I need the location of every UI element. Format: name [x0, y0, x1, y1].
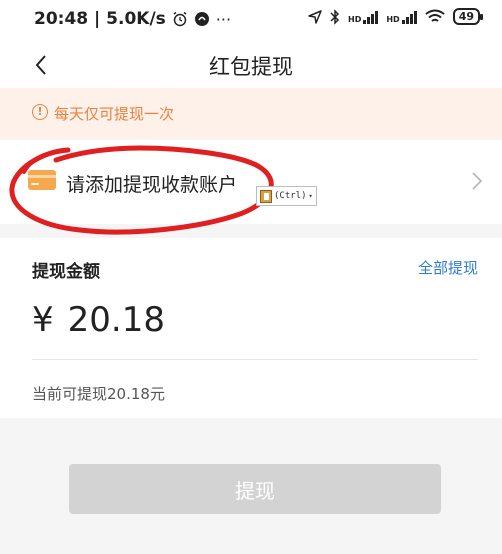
hd-label-2: HD [386, 14, 400, 24]
paste-tooltip-label: (Ctrl) [274, 191, 307, 201]
status-bar: 20:48 | 5.0K/s ··· HD HD 49 [0, 0, 502, 40]
cell-signal-2-icon: HD [386, 10, 417, 24]
page-header: 红包提现 [0, 40, 502, 88]
amount-label: 提现金额 [32, 262, 100, 282]
clipboard-icon [260, 189, 272, 203]
notice-text: 每天仅可提现一次 [54, 105, 175, 123]
paste-options-tooltip[interactable]: (Ctrl) ▾ [256, 186, 317, 206]
bluetooth-icon [330, 8, 340, 25]
withdraw-all-link[interactable]: 全部提现 [418, 257, 478, 278]
status-time-network: 20:48 | 5.0K/s [34, 9, 166, 29]
status-more-indicator: ··· [215, 9, 232, 29]
wifi-icon [425, 9, 445, 22]
bank-card-icon [28, 170, 56, 190]
available-balance-text: 当前可提现20.18元 [32, 385, 165, 403]
battery-indicator: 49 [452, 8, 484, 25]
location-arrow-icon [308, 9, 322, 24]
withdraw-button[interactable]: 提现 [69, 464, 441, 514]
amount-input[interactable]: ¥ 20.18 [32, 300, 165, 340]
dropdown-caret-icon: ▾ [308, 192, 313, 200]
notice-banner: ! 每天仅可提现一次 [0, 88, 502, 138]
amount-value: 20.18 [67, 300, 165, 340]
alarm-clock-icon [173, 11, 187, 27]
add-account-text: 请添加提现收款账户 [66, 174, 238, 196]
page-title: 红包提现 [209, 55, 293, 79]
app-notification-icon [194, 12, 209, 26]
status-left: 20:48 | 5.0K/s ··· [34, 9, 231, 29]
amount-card: 提现金额 全部提现 ¥ 20.18 当前可提现20.18元 [0, 238, 502, 418]
chevron-right-icon [472, 172, 483, 190]
add-account-row[interactable]: 请添加提现收款账户 [0, 140, 502, 224]
status-right: HD HD 49 [308, 8, 484, 25]
currency-symbol: ¥ [32, 300, 54, 340]
amount-divider [32, 359, 478, 360]
cell-signal-1-icon: HD [348, 10, 379, 24]
hd-label-1: HD [348, 14, 362, 24]
warning-icon: ! [32, 104, 48, 120]
